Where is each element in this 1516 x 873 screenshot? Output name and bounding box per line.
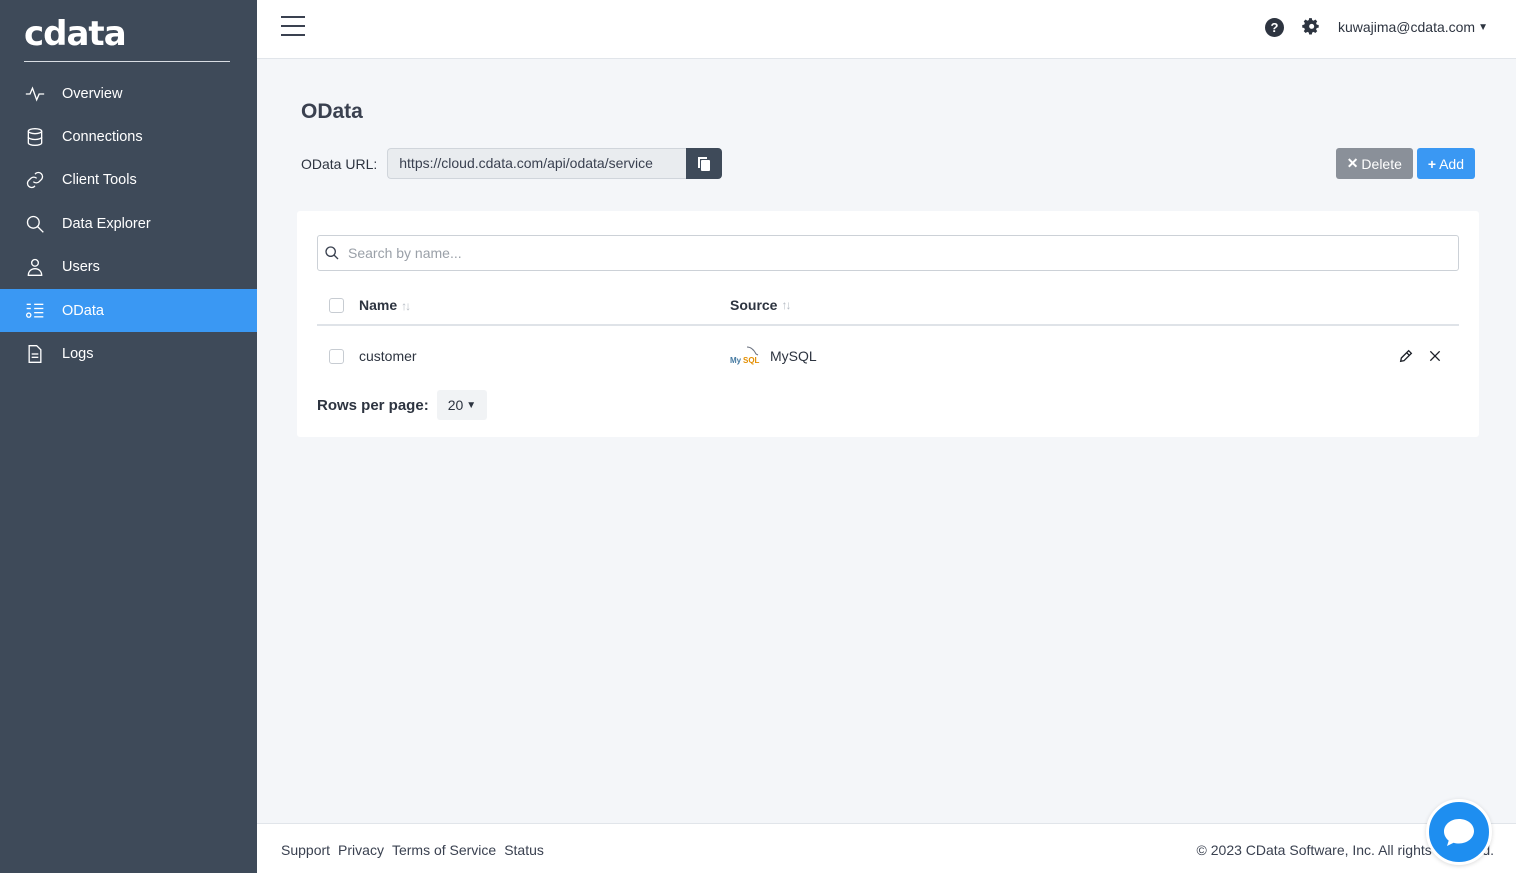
sort-icon[interactable]: ↑↓ [781,298,791,312]
column-source-label: Source [730,297,778,313]
rows-per-page-select[interactable]: 20 ▼ [436,390,488,420]
sidebar-item-label: Data Explorer [62,215,151,232]
sidebar-item-client-tools[interactable]: Client Tools [0,159,257,202]
link-icon [24,169,46,191]
activity-icon [24,83,46,105]
footer: Support Privacy Terms of Service Status … [257,799,1516,873]
footer-links: Support Privacy Terms of Service Status [281,842,552,858]
add-label: Add [1439,155,1464,172]
delete-x-icon[interactable] [1427,348,1443,364]
chevron-down-icon: ▼ [1478,21,1488,33]
row-checkbox[interactable] [329,348,344,364]
table-header: Name ↑↓ Source ↑↓ [317,286,1459,326]
gear-icon[interactable] [1301,17,1321,37]
column-name-label: Name [359,297,398,313]
row-source: My SQL MySQL [730,345,1385,367]
column-header-source[interactable]: Source ↑↓ [730,297,1459,313]
top-bar: ? kuwajima@cdata.com ▼ [257,0,1516,59]
sidebar-item-label: OData [62,302,104,319]
footer-link-terms[interactable]: Terms of Service [392,842,496,858]
rows-per-page: Rows per page: 20 ▼ [317,390,488,420]
sidebar-item-logs[interactable]: Logs [0,332,257,375]
user-menu[interactable]: kuwajima@cdata.com ▼ [1338,19,1488,35]
sidebar-item-odata[interactable]: OData [0,288,257,333]
row-name: customer [359,348,417,364]
odata-url-field[interactable]: https://cloud.cdata.com/api/odata/servic… [387,148,687,179]
sidebar-nav: Overview Connections Client Tools Data E… [0,72,257,376]
plus-icon: + [1427,155,1437,172]
delete-button[interactable]: ✕ Delete [1335,148,1413,179]
sidebar-item-label: Overview [62,85,123,102]
copy-url-button[interactable] [686,148,723,179]
chevron-down-icon: ▼ [466,399,477,411]
search-icon [325,246,339,260]
top-right-controls: ? kuwajima@cdata.com ▼ [1264,17,1488,37]
user-icon [24,256,46,278]
logo-area: cdata [24,0,230,62]
page-actions: ✕ Delete + Add [1335,148,1475,179]
sidebar-item-users[interactable]: Users [0,246,257,289]
row-source-name: MySQL [770,348,817,364]
rows-per-page-label: Rows per page: [317,396,429,414]
select-all-checkbox[interactable] [329,297,344,313]
sidebar-item-overview[interactable]: Overview [0,72,257,115]
sidebar-item-label: Connections [62,129,143,146]
sidebar: cdata Overview Connections Client Tools … [0,0,257,873]
chat-button[interactable] [1426,799,1492,865]
odata-url-label: OData URL: [301,155,378,172]
main-content: OData OData URL: https://cloud.cdata.com… [257,59,1516,823]
column-header-name[interactable]: Name ↑↓ [359,297,730,313]
footer-link-status[interactable]: Status [504,842,544,858]
odata-icon [24,300,46,322]
footer-link-support[interactable]: Support [281,842,330,858]
row-actions [1385,348,1443,364]
document-icon [24,343,46,365]
odata-url-row: OData URL: https://cloud.cdata.com/api/o… [301,148,723,179]
odata-table-card: Name↑↓ Source↑↓ customer MySQL MySQL [297,211,1479,437]
sidebar-item-data-explorer[interactable]: Data Explorer [0,202,257,245]
table-row[interactable]: customer My SQL MySQL [317,328,1459,384]
sidebar-item-connections[interactable]: Connections [0,115,257,158]
edit-pencil-icon[interactable] [1398,348,1414,364]
sidebar-item-label: Users [62,259,100,276]
sort-icon[interactable]: ↑↓ [401,299,411,313]
sidebar-item-label: Logs [62,346,94,363]
footer-link-privacy[interactable]: Privacy [338,842,384,858]
menu-icon[interactable] [281,16,305,38]
cdata-logo[interactable]: cdata [24,14,127,54]
search-input[interactable] [348,245,1348,261]
database-icon [24,126,46,148]
add-button[interactable]: + Add [1416,148,1475,179]
search-icon [24,213,46,235]
page-title: OData [301,100,363,123]
close-icon: ✕ [1346,155,1359,171]
delete-label: Delete [1361,155,1402,172]
search-box [317,235,1459,271]
sidebar-item-label: Client Tools [62,172,137,189]
copy-icon [698,156,711,171]
user-email: kuwajima@cdata.com [1337,19,1476,35]
rows-per-page-value: 20 [447,397,464,413]
help-icon[interactable]: ? [1264,17,1284,37]
mysql-logo-icon: My SQL [730,345,760,367]
chat-bubble-icon [1444,819,1474,846]
